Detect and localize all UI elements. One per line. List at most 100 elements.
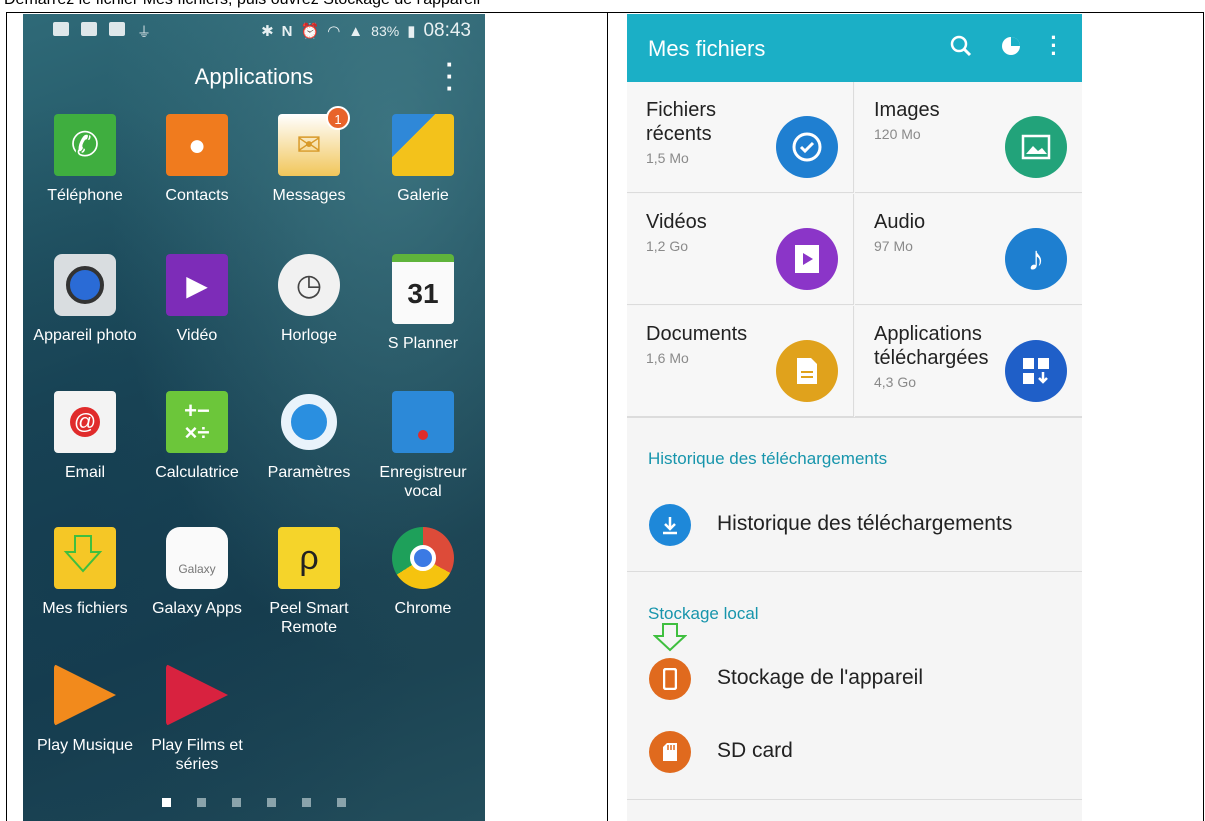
app-label: Appareil photo xyxy=(33,327,137,344)
app-messages[interactable]: ✉ 1 Messages xyxy=(253,106,365,205)
page-dot[interactable] xyxy=(232,798,241,807)
category-name: Applications téléchargées xyxy=(874,323,989,369)
videos-icon xyxy=(776,228,838,290)
page-dot[interactable] xyxy=(302,798,311,807)
table-top-border xyxy=(6,12,1204,13)
page-dot[interactable] xyxy=(337,798,346,807)
category-tile-recent-files[interactable]: Fichiers récents 1,5 Mo xyxy=(627,82,854,193)
app-clock[interactable]: ◷ Horloge xyxy=(253,254,365,345)
storage-row-sd-card[interactable]: SD card xyxy=(627,717,1082,787)
storage-label: SD card xyxy=(717,739,793,762)
page-dot[interactable] xyxy=(267,798,276,807)
unread-badge: 1 xyxy=(326,106,350,130)
storage-usage-icon[interactable] xyxy=(1000,35,1022,57)
app-video[interactable]: ▶ Vidéo xyxy=(141,254,253,345)
system-icons: ✱ N ⏰ ◠ ▲ 83% ▮ 08:43 xyxy=(261,20,471,42)
chrome-icon xyxy=(392,527,454,589)
search-icon[interactable] xyxy=(950,35,972,57)
downloaded-apps-icon xyxy=(1005,340,1067,402)
category-tile-audio[interactable]: Audio 97 Mo ♪ xyxy=(855,194,1082,305)
app-calendar[interactable]: 31 S Planner xyxy=(367,254,479,353)
storage-row-device-storage[interactable]: Stockage de l'appareil xyxy=(627,644,1082,714)
video-icon: ▶ xyxy=(166,254,228,316)
app-label: Play Films et séries xyxy=(151,737,243,773)
app-label: Calculatrice xyxy=(155,464,239,481)
mic-icon: ⏚ xyxy=(137,24,151,40)
contacts-icon: ● xyxy=(166,114,228,176)
category-tile-documents[interactable]: Documents 1,6 Mo xyxy=(627,306,854,417)
category-tile-images[interactable]: Images 120 Mo xyxy=(855,82,1082,193)
history-section-title: Historique des téléchargements xyxy=(648,449,888,468)
app-label: Galerie xyxy=(397,187,449,204)
app-title: Mes fichiers xyxy=(648,36,766,61)
app-calculator[interactable]: +− ×÷ Calculatrice xyxy=(141,391,253,482)
app-galaxy-apps[interactable]: Galaxy Galaxy Apps xyxy=(141,527,253,618)
status-bar: ⏚ ✱ N ⏰ ◠ ▲ 83% ▮ 08:43 xyxy=(23,14,485,50)
category-tile-videos[interactable]: Vidéos 1,2 Go xyxy=(627,194,854,305)
category-size: 97 Mo xyxy=(874,238,913,254)
notification-icon xyxy=(53,22,69,36)
category-name: Vidéos xyxy=(646,211,707,233)
category-name: Documents xyxy=(646,323,748,345)
app-play-movies[interactable]: Play Films et séries xyxy=(141,664,253,774)
table-left-border xyxy=(6,12,7,821)
category-size: 1,2 Go xyxy=(646,238,689,254)
category-name: Audio xyxy=(874,211,926,233)
app-peel-remote[interactable]: ρ Peel Smart Remote xyxy=(253,527,365,637)
play-music-icon xyxy=(54,664,116,726)
category-size: 1,5 Mo xyxy=(646,150,689,166)
save-icon xyxy=(109,22,125,36)
documents-icon xyxy=(776,340,838,402)
category-name: Images xyxy=(874,99,940,121)
app-label: Vidéo xyxy=(176,327,218,344)
app-label: Galaxy Apps xyxy=(152,600,242,617)
app-bar: Mes fichiers · · · xyxy=(627,14,1082,82)
app-label: Téléphone xyxy=(47,187,123,204)
overflow-menu-icon[interactable]: · · · xyxy=(445,51,455,101)
app-label: Messages xyxy=(272,187,346,204)
category-tile-downloaded-apps[interactable]: Applications téléchargées 4,3 Go xyxy=(855,306,1082,417)
app-label: Paramètres xyxy=(267,464,351,481)
app-voice-recorder[interactable]: Enregistreur vocal xyxy=(367,391,479,501)
app-phone[interactable]: ✆ Téléphone xyxy=(29,114,141,205)
calculator-icon: +− ×÷ xyxy=(166,391,228,453)
page-dot[interactable] xyxy=(197,798,206,807)
table-right-border xyxy=(1203,12,1204,821)
download-history-row[interactable]: Historique des téléchargements xyxy=(627,490,1082,560)
pointer-arrow-icon xyxy=(63,535,103,573)
app-label: Mes fichiers xyxy=(42,600,128,617)
category-size: 1,6 Mo xyxy=(646,350,689,366)
app-settings[interactable]: Paramètres xyxy=(253,391,365,482)
drawer-title: Applications xyxy=(194,64,314,89)
voice-recorder-icon xyxy=(392,391,454,453)
app-camera[interactable]: Appareil photo xyxy=(29,254,141,345)
my-files-screen: Mes fichiers · · · Fichiers récents 1,5 Mo I… xyxy=(627,14,1082,821)
clock-time: 08:43 xyxy=(423,20,471,41)
images-icon xyxy=(1005,116,1067,178)
device-storage-icon xyxy=(649,658,691,700)
email-icon: @ xyxy=(54,391,116,453)
app-label: Chrome xyxy=(394,600,452,617)
mail-icon xyxy=(81,22,97,36)
app-label: Peel Smart Remote xyxy=(269,600,349,636)
peel-remote-icon: ρ xyxy=(278,527,340,589)
recent-files-icon xyxy=(776,116,838,178)
galaxy-apps-wordmark: Galaxy xyxy=(178,561,216,576)
download-history-label: Historique des téléchargements xyxy=(717,512,1013,535)
app-chrome[interactable]: Chrome xyxy=(367,527,479,618)
wifi-icon: ◠ xyxy=(327,23,341,40)
battery-icon: ▮ xyxy=(407,23,416,40)
app-contacts[interactable]: ● Contacts xyxy=(141,114,253,205)
audio-icon: ♪ xyxy=(1005,228,1067,290)
app-gallery[interactable]: Galerie xyxy=(367,114,479,205)
page-dot[interactable] xyxy=(162,798,171,807)
app-play-music[interactable]: Play Musique xyxy=(29,664,141,755)
play-movies-icon xyxy=(166,664,228,726)
app-label: Horloge xyxy=(280,327,338,344)
app-label: Contacts xyxy=(165,187,229,204)
overflow-menu-icon[interactable]: · · · xyxy=(1050,27,1058,65)
app-email[interactable]: @ Email xyxy=(29,391,141,482)
table-middle-border xyxy=(607,12,608,821)
nfc-icon: N xyxy=(281,22,293,40)
local-storage-section-title: Stockage local xyxy=(648,604,759,623)
